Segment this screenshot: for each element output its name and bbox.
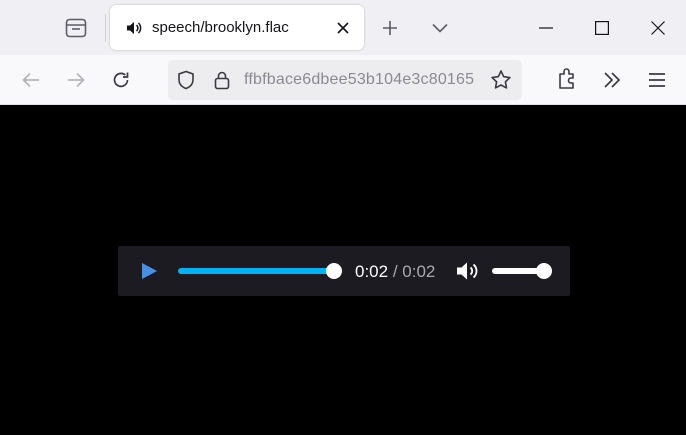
window-close-button[interactable] (644, 16, 672, 40)
arrow-right-icon (68, 72, 85, 88)
plus-icon (383, 21, 397, 35)
close-icon (651, 21, 665, 35)
time-display: 0:02 / 0:02 (355, 262, 435, 282)
maximize-icon (595, 21, 609, 35)
progress-fill (178, 268, 334, 274)
list-all-tabs-button[interactable] (428, 16, 452, 40)
tab-close-button[interactable] (334, 19, 352, 37)
close-icon (337, 22, 349, 34)
url-bar[interactable]: ffbfbace6dbee53b104e3c80165 (168, 60, 522, 100)
url-text[interactable]: ffbfbace6dbee53b104e3c80165 (244, 71, 484, 89)
hamburger-menu-icon[interactable] (647, 70, 667, 90)
time-separator: / (392, 262, 398, 281)
maximize-button[interactable] (588, 16, 616, 40)
lock-icon[interactable] (212, 70, 232, 90)
reload-icon (113, 72, 129, 88)
volume-slider[interactable] (492, 263, 552, 279)
minimize-button[interactable] (532, 16, 560, 40)
progress-bar[interactable] (178, 263, 342, 279)
progress-thumb[interactable] (326, 263, 342, 279)
tab-separator (105, 14, 106, 42)
forward-button[interactable] (63, 67, 89, 93)
current-time: 0:02 (355, 262, 389, 281)
star-icon[interactable] (490, 69, 512, 91)
arrow-left-icon (22, 72, 39, 88)
speaker-icon (127, 22, 142, 34)
tab-strip: speech/brooklyn.flac (0, 0, 686, 55)
tab-active[interactable]: speech/brooklyn.flac (110, 5, 364, 50)
firefox-view-button[interactable] (60, 14, 92, 42)
firefox-view-icon (65, 18, 87, 38)
volume-thumb[interactable] (536, 263, 552, 279)
chevron-down-icon (432, 23, 448, 33)
duration: 0:02 (402, 262, 436, 281)
reload-button[interactable] (108, 67, 134, 93)
shield-icon[interactable] (176, 70, 196, 90)
tab-title: speech/brooklyn.flac (152, 19, 289, 36)
navigation-toolbar: ffbfbace6dbee53b104e3c80165 (0, 55, 686, 105)
new-tab-button[interactable] (378, 16, 402, 40)
extensions-icon[interactable] (556, 67, 578, 91)
volume-icon[interactable] (456, 260, 480, 282)
media-document: 0:02 / 0:02 (0, 106, 686, 435)
audio-player: 0:02 / 0:02 (118, 246, 570, 296)
play-icon[interactable] (140, 262, 160, 280)
chevron-double-right-icon[interactable] (601, 69, 623, 91)
back-button[interactable] (18, 67, 44, 93)
minimize-icon (539, 27, 553, 29)
